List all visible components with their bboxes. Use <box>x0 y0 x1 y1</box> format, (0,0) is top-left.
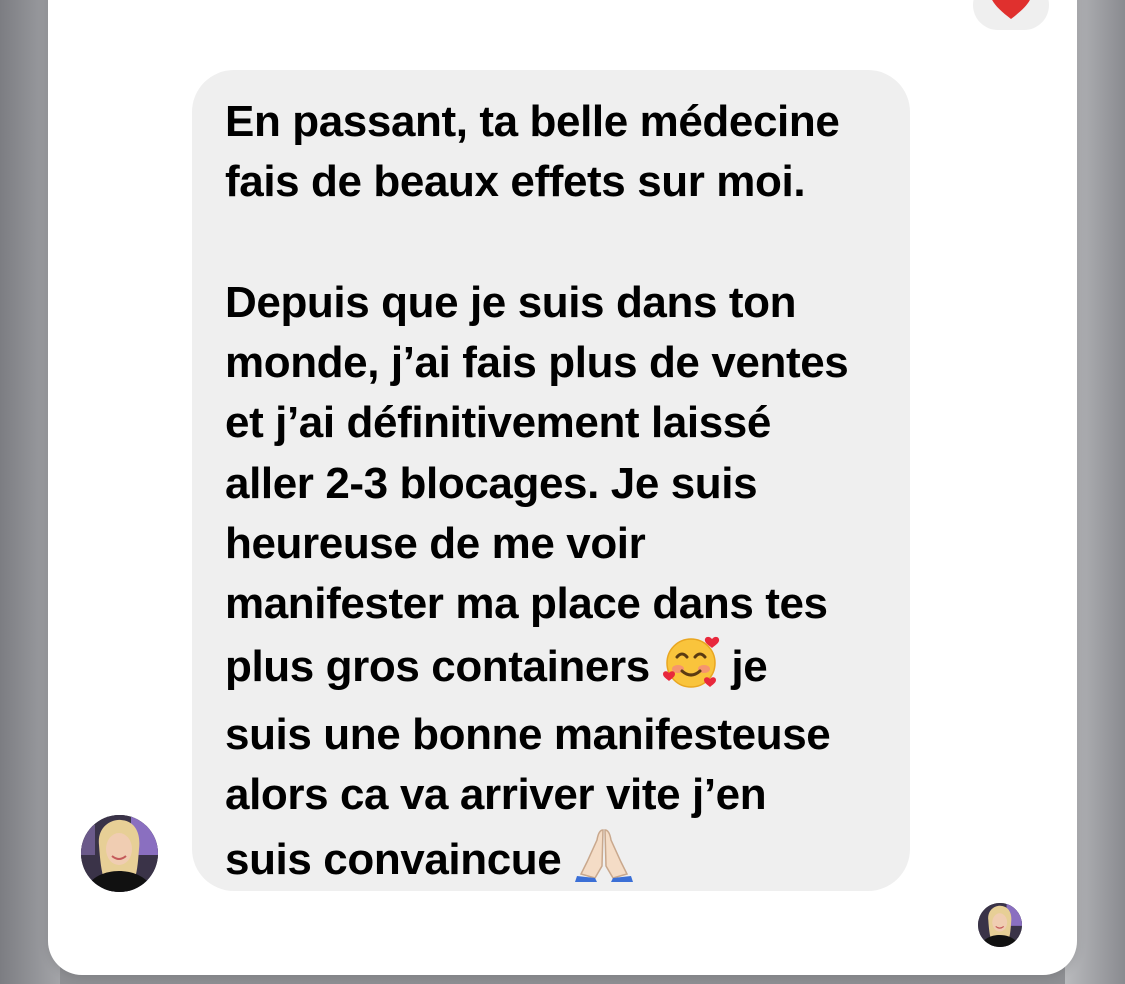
heart-icon <box>992 0 1030 19</box>
sender-avatar[interactable] <box>81 815 158 892</box>
message-text-part-1: En passant, ta belle médecine fais de be… <box>225 97 849 691</box>
message-text: En passant, ta belle médecine fais de be… <box>225 92 880 898</box>
message-bubble[interactable]: En passant, ta belle médecine fais de be… <box>192 70 910 891</box>
read-receipt-avatar <box>978 903 1022 947</box>
reaction-badge[interactable] <box>973 0 1049 30</box>
folded-hands-icon <box>573 826 635 898</box>
smiling-face-with-hearts-icon <box>662 635 720 705</box>
